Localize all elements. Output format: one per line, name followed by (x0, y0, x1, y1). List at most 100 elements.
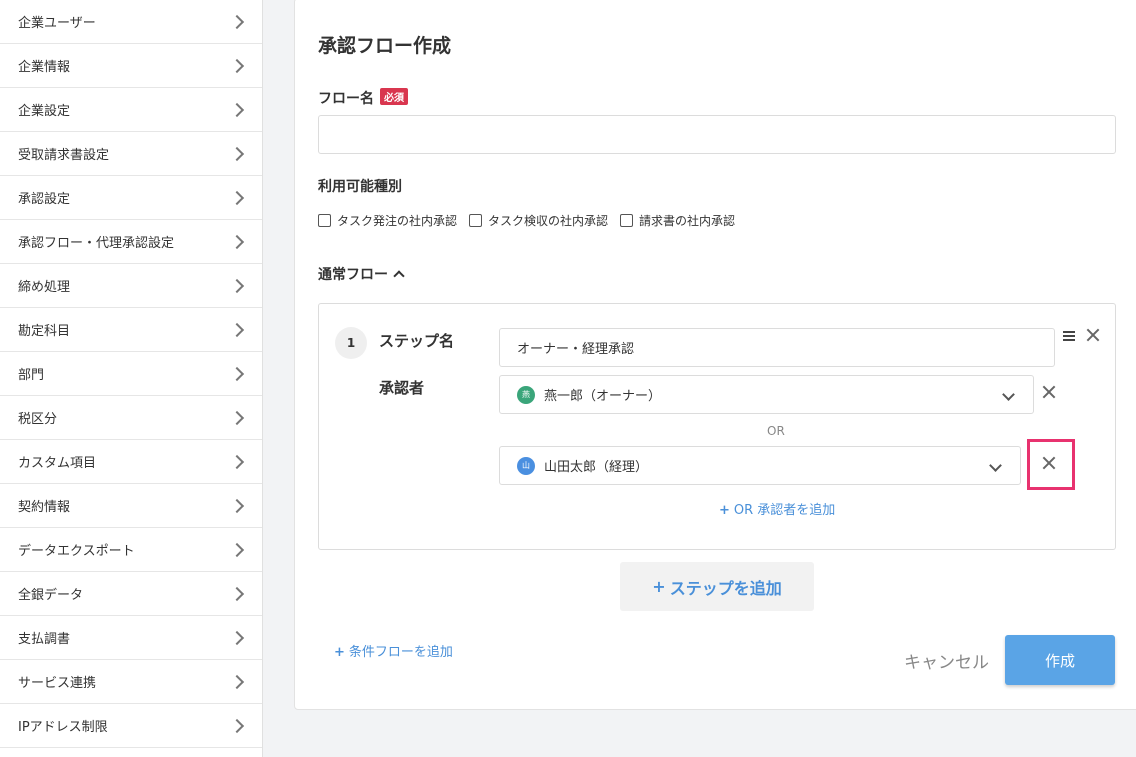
sidebar-item-label: IPアドレス制限 (18, 720, 108, 735)
sidebar-item-company-settings[interactable]: 企業設定 (0, 88, 262, 132)
checkbox-task-order-approval[interactable]: タスク発注の社内承認 (318, 212, 457, 229)
checkbox-box[interactable] (620, 214, 634, 227)
page-title: 承認フロー作成 (318, 35, 452, 57)
sidebar-item-label: 企業ユーザー (18, 16, 96, 31)
add-step-label: ステップを追加 (669, 578, 782, 598)
sidebar-item-service-integration[interactable]: サービス連携 (0, 660, 262, 704)
sidebar-item-label: 全銀データ (18, 588, 84, 603)
normal-flow-toggle[interactable]: 通常フロー (318, 264, 405, 284)
checkbox-label: タスク検収の社内承認 (488, 214, 609, 228)
chevron-right-icon (229, 146, 245, 161)
add-step-button[interactable]: + ステップを追加 (620, 562, 814, 611)
approver-select-2[interactable]: 山 山田太郎（経理） (499, 446, 1021, 485)
sidebar-item-received-invoice-settings[interactable]: 受取請求書設定 (0, 132, 262, 176)
chevron-right-icon (229, 366, 245, 381)
chevron-down-icon (989, 459, 1002, 472)
chevron-right-icon (229, 454, 245, 469)
sidebar-item-label: 企業情報 (18, 60, 71, 75)
sidebar-item-ip-restriction[interactable]: IPアドレス制限 (0, 704, 262, 748)
sidebar-item-closing[interactable]: 締め処理 (0, 264, 262, 308)
plus-icon: + (334, 645, 345, 660)
checkbox-box[interactable] (469, 214, 483, 227)
sidebar-item-label: 契約情報 (18, 500, 71, 515)
avatar: 山 (517, 456, 535, 475)
step-number: 1 (335, 327, 367, 359)
plus-icon: + (719, 503, 730, 518)
chevron-right-icon (229, 674, 245, 689)
step-name-label: ステップ名 (379, 332, 455, 350)
create-button[interactable]: 作成 (1005, 635, 1115, 685)
sidebar-item-label: 支払調書 (18, 632, 71, 647)
chevron-right-icon (229, 278, 245, 293)
sidebar-item-label: 締め処理 (18, 280, 71, 295)
drag-handle-icon[interactable] (1063, 331, 1075, 341)
chevron-right-icon (229, 322, 245, 337)
chevron-right-icon (229, 498, 245, 513)
sidebar-item-label: 承認フロー・代理承認設定 (18, 236, 175, 251)
sidebar-item-label: データエクスポート (18, 544, 135, 559)
sidebar-item-approval-flow-settings[interactable]: 承認フロー・代理承認設定 (0, 220, 262, 264)
sidebar-item-zengin-data[interactable]: 全銀データ (0, 572, 262, 616)
remove-step-icon[interactable] (1085, 327, 1101, 343)
chevron-right-icon (229, 542, 245, 557)
sidebar-item-payment-records[interactable]: 支払調書 (0, 616, 262, 660)
chevron-right-icon (229, 586, 245, 601)
sidebar-item-label: 承認設定 (18, 192, 71, 207)
chevron-right-icon (229, 410, 245, 425)
avatar: 燕 (517, 385, 535, 404)
plus-icon: + (652, 577, 666, 596)
chevron-right-icon (229, 14, 245, 29)
add-condition-flow-label: 条件フローを追加 (348, 645, 453, 660)
checkbox-label: 請求書の社内承認 (639, 214, 736, 228)
chevron-right-icon (229, 630, 245, 645)
sidebar-item-company-info[interactable]: 企業情報 (0, 44, 262, 88)
sidebar-item-approval-settings[interactable]: 承認設定 (0, 176, 262, 220)
step-name-value: オーナー・経理承認 (517, 342, 635, 357)
sidebar-item-company-users[interactable]: 企業ユーザー (0, 0, 262, 44)
remove-approver-icon[interactable] (1041, 384, 1057, 400)
sidebar-item-label: 受取請求書設定 (18, 148, 110, 163)
approver-label: 承認者 (379, 379, 425, 397)
sidebar-item-label: 部門 (18, 368, 45, 383)
settings-sidebar: 企業ユーザー 企業情報 企業設定 受取請求書設定 承認設定 承認フロー・代理承認… (0, 0, 263, 757)
sidebar-item-tax-categories[interactable]: 税区分 (0, 396, 262, 440)
checkbox-invoice-approval[interactable]: 請求書の社内承認 (620, 212, 735, 229)
chevron-down-icon (1002, 388, 1015, 401)
sidebar-item-label: カスタム項目 (18, 456, 97, 471)
available-types-label: 利用可能種別 (318, 179, 402, 195)
normal-flow-label: 通常フロー (318, 267, 388, 283)
add-condition-flow-link[interactable]: + 条件フローを追加 (334, 641, 453, 660)
flow-name-label-text: フロー名 (318, 91, 374, 107)
chevron-right-icon (229, 234, 245, 249)
step-name-input[interactable]: オーナー・経理承認 (499, 328, 1055, 367)
sidebar-item-label: 勘定科目 (18, 324, 71, 339)
approver-name: 燕一郎（オーナー） (544, 389, 662, 404)
chevron-right-icon (229, 190, 245, 205)
required-badge: 必須 (380, 88, 408, 105)
sidebar-item-data-export[interactable]: データエクスポート (0, 528, 262, 572)
chevron-up-icon (393, 270, 405, 282)
sidebar-item-contract-info[interactable]: 契約情報 (0, 484, 262, 528)
flow-name-label: フロー名 必須 (318, 88, 408, 108)
sidebar-item-departments[interactable]: 部門 (0, 352, 262, 396)
approver-name: 山田太郎（経理） (544, 460, 649, 475)
approver-select-1[interactable]: 燕 燕一郎（オーナー） (499, 375, 1034, 414)
sidebar-item-accounts[interactable]: 勘定科目 (0, 308, 262, 352)
add-or-approver-label: OR 承認者を追加 (733, 503, 836, 518)
sidebar-item-label: 企業設定 (18, 104, 71, 119)
chevron-right-icon (229, 102, 245, 117)
available-types-group: タスク発注の社内承認 タスク検収の社内承認 請求書の社内承認 (318, 212, 747, 229)
sidebar-item-custom-fields[interactable]: カスタム項目 (0, 440, 262, 484)
chevron-right-icon (229, 58, 245, 73)
checkbox-box[interactable] (318, 214, 331, 227)
sidebar-item-label: サービス連携 (18, 676, 97, 691)
chevron-right-icon (229, 718, 245, 733)
highlight-box (1027, 439, 1075, 490)
cancel-button[interactable]: キャンセル (904, 648, 989, 673)
flow-name-input[interactable] (318, 115, 1116, 154)
or-separator: OR (767, 424, 785, 438)
checkbox-label: タスク発注の社内承認 (337, 214, 458, 228)
sidebar-item-label: 税区分 (18, 412, 58, 427)
add-or-approver-link[interactable]: + OR 承認者を追加 (719, 499, 835, 518)
checkbox-task-inspection-approval[interactable]: タスク検収の社内承認 (469, 212, 608, 229)
